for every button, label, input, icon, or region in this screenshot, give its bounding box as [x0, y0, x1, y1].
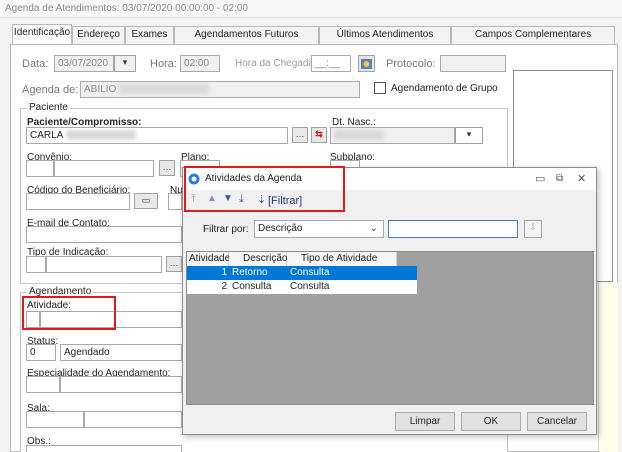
agenda-field[interactable]: ABILIO: [80, 81, 360, 98]
cell-descricao: Retorno: [232, 267, 268, 278]
cell-atividade: 1: [221, 267, 227, 278]
card-reader-icon[interactable]: ▭: [134, 193, 158, 209]
convenio-lookup-button[interactable]: …: [159, 160, 175, 176]
table-row[interactable]: 1 Retorno Consulta: [187, 266, 417, 280]
convenio-name-field[interactable]: [54, 160, 154, 177]
dt-nasc-dropdown-button[interactable]: ▾: [455, 127, 483, 144]
tab-exames[interactable]: Exames: [125, 26, 174, 44]
ok-button[interactable]: OK: [461, 412, 521, 431]
data-label: Data:: [22, 58, 49, 70]
filtrar-por-select[interactable]: Descrição ⌄: [254, 220, 384, 238]
hora-chegada-label: Hora da Chegada:: [235, 58, 317, 69]
paciente-value: CARLA: [30, 130, 63, 141]
hora-label: Hora:: [150, 58, 177, 70]
cell-tipo: Consulta: [290, 281, 330, 292]
column-header-atividade[interactable]: Atividade: [187, 252, 230, 266]
cancelar-button[interactable]: Cancelar: [527, 412, 587, 431]
paciente-lookup-button[interactable]: …: [292, 127, 308, 143]
hora-field[interactable]: 02:00: [180, 55, 220, 72]
agenda-label: Agenda de:: [22, 84, 79, 96]
tipo-indicacao-lookup-button[interactable]: …: [166, 256, 182, 272]
sala-code-field[interactable]: [26, 411, 84, 428]
maximize-icon[interactable]: ⧉: [556, 168, 563, 190]
filtrar-por-value: Descrição: [258, 223, 303, 234]
paciente-field[interactable]: CARLA: [26, 127, 288, 144]
agenda-value: ABILIO: [84, 84, 117, 95]
cell-atividade: 2: [221, 281, 227, 292]
chevron-down-icon: ⌄: [369, 223, 378, 234]
redacted-text: [65, 130, 136, 141]
tab-endereco[interactable]: Endereço: [72, 26, 125, 44]
agendamento-grupo-checkbox[interactable]: [374, 82, 386, 94]
tab-ultimos-atendimentos[interactable]: Últimos Atendimentos: [319, 26, 451, 44]
dt-nasc-field[interactable]: [330, 127, 455, 144]
data-field[interactable]: 03/07/2020: [54, 55, 114, 72]
paciente-group-title: Paciente: [27, 102, 70, 113]
tipo-indicacao-code-field[interactable]: [26, 256, 46, 273]
especialidade-name-field[interactable]: [60, 376, 182, 393]
obs-field[interactable]: [26, 445, 182, 452]
numero-field[interactable]: [168, 193, 182, 210]
filtrar-por-label: Filtrar por:: [203, 224, 249, 235]
tipo-indicacao-name-field[interactable]: [46, 256, 162, 273]
tab-campos-complementares[interactable]: Campos Complementares: [451, 26, 615, 44]
protocolo-field[interactable]: [440, 55, 506, 72]
clock-icon[interactable]: [358, 55, 375, 72]
swap-icon[interactable]: ⇆: [311, 127, 327, 143]
column-header-tipo[interactable]: Tipo de Atividade: [287, 252, 397, 266]
atividades-grid: Atividade Descrição Tipo de Atividade 1 …: [186, 251, 594, 405]
atividade-highlight: [22, 296, 116, 330]
tab-agendamentos-futuros[interactable]: Agendamentos Futuros: [174, 26, 319, 44]
hora-chegada-field[interactable]: __:__: [311, 55, 351, 72]
cell-tipo: Consulta: [290, 267, 330, 278]
status-field[interactable]: Agendado: [60, 344, 182, 361]
limpar-button[interactable]: Limpar: [395, 412, 455, 431]
note-panel: [598, 282, 618, 452]
calendar-dropdown-button[interactable]: ▾: [114, 55, 136, 72]
sala-name-field[interactable]: [84, 411, 182, 428]
status-code-field[interactable]: 0: [26, 344, 56, 361]
especialidade-code-field[interactable]: [26, 376, 60, 393]
convenio-code-field[interactable]: [26, 160, 54, 177]
minimize-icon[interactable]: ▭: [535, 168, 545, 190]
cell-descricao: Consulta: [232, 281, 272, 292]
search-input[interactable]: [388, 220, 518, 238]
dialog-title-highlight: [184, 166, 345, 212]
table-row[interactable]: 2 Consulta Consulta: [187, 280, 417, 294]
codigo-beneficiario-field[interactable]: [26, 193, 130, 210]
redacted-text: [334, 130, 384, 141]
tab-identificacao[interactable]: Identificação: [12, 24, 72, 44]
email-field[interactable]: [26, 226, 182, 243]
close-icon[interactable]: ✕: [577, 168, 586, 190]
column-header-descricao[interactable]: Descrição: [229, 252, 287, 266]
protocolo-label: Protocolo:: [386, 58, 436, 70]
filter-apply-icon[interactable]: ⇩: [524, 220, 542, 238]
redacted-text: [119, 84, 210, 95]
window-title: Agenda de Atendimentos: 03/07/2020 00:00…: [0, 0, 622, 18]
agendamento-grupo-label: Agendamento de Grupo: [391, 83, 498, 94]
